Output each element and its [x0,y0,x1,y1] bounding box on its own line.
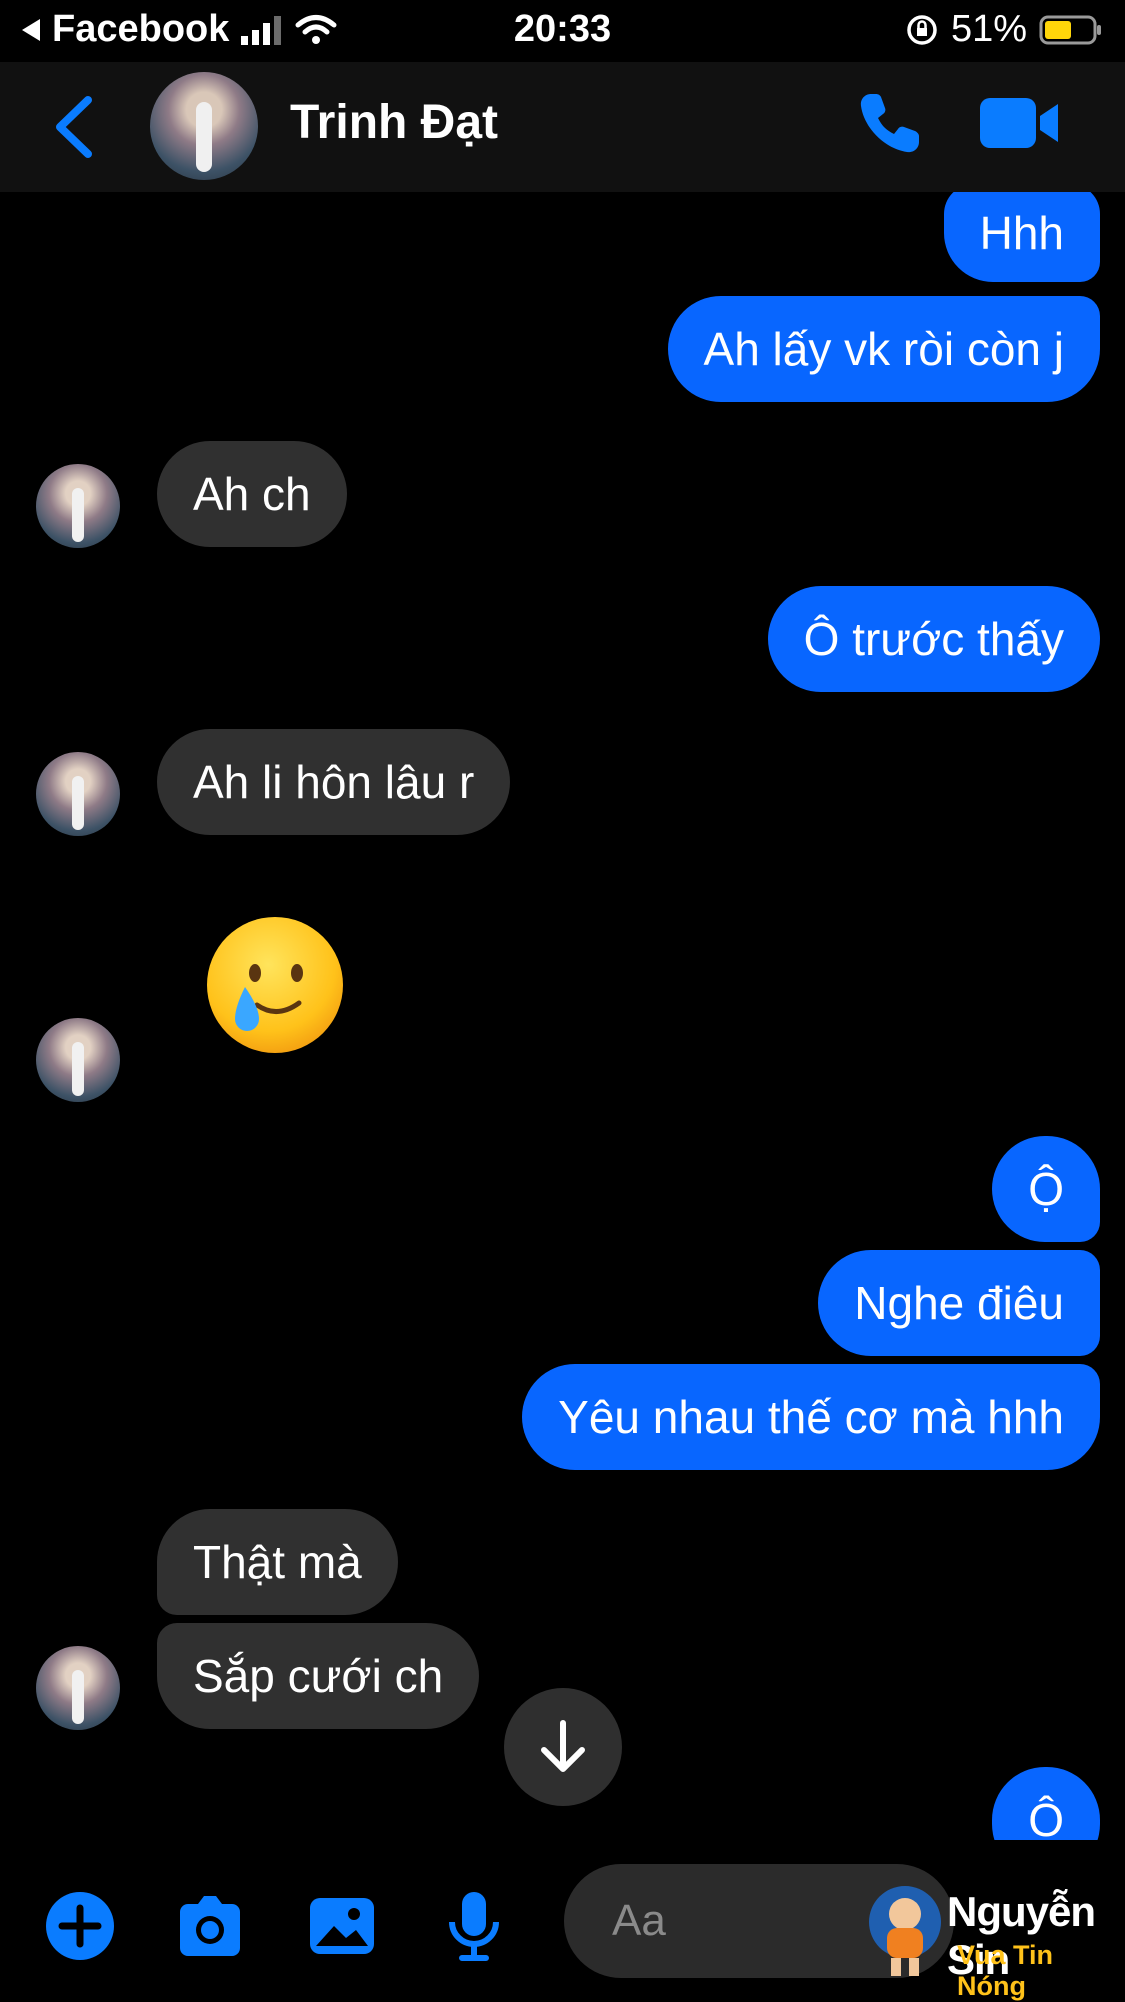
status-bar: Facebook 20:33 51% [0,0,1125,62]
gallery-icon[interactable] [306,1890,378,1962]
message-bubble-outgoing[interactable]: Hhh [943,192,1100,282]
message-bubble-outgoing[interactable]: Nghe điêu [818,1250,1100,1356]
contact-avatar-small[interactable] [36,1018,120,1102]
contact-avatar-small[interactable] [36,752,120,836]
contact-avatar-small[interactable] [36,464,120,548]
message-thread[interactable]: Hhh Ah lấy vk ròi còn j Ah ch Ô trước th… [0,192,1125,1840]
video-call-icon[interactable] [980,98,1060,148]
message-bubble-incoming[interactable]: Ah li hôn lâu r [157,729,511,835]
battery-icon [1039,15,1101,44]
microphone-icon[interactable] [438,1890,510,1962]
orientation-lock-icon [907,14,937,45]
message-bubble-incoming[interactable]: Ah ch [157,441,347,547]
message-bubble-outgoing[interactable]: Ah lấy vk ròi còn j [667,296,1100,402]
conversation-header: Trinh Đạt [0,62,1125,192]
phone-call-icon[interactable] [855,88,925,158]
mascot-icon [869,1886,941,1976]
scroll-to-bottom-button[interactable] [504,1688,622,1806]
watermark-logo: Nguyễn Sin Vua Tin Nóng [865,1880,1115,2001]
contact-avatar-small[interactable] [36,1646,120,1730]
message-bubble-incoming[interactable]: Sắp cưới ch [157,1623,480,1729]
status-right: 51% [905,8,1103,51]
camera-icon[interactable] [174,1890,246,1962]
watermark-tagline: Vua Tin Nóng [957,1940,1054,2001]
arrow-down-icon [541,1720,585,1772]
smiling-face-with-tear-emoji[interactable] [205,915,345,1055]
battery-percent: 51% [950,8,1027,50]
message-bubble-outgoing[interactable]: Yêu nhau thế cơ mà hhh [522,1364,1100,1470]
message-bubble-incoming[interactable]: Thật mà [157,1509,398,1615]
plus-icon[interactable] [44,1890,116,1962]
message-bubble-outgoing[interactable]: Ô [992,1767,1100,1840]
message-bubble-outgoing[interactable]: Ộ [992,1136,1100,1242]
contact-name[interactable]: Trinh Đạt [290,95,498,150]
contact-avatar[interactable] [150,72,258,180]
back-chevron-icon[interactable] [48,92,108,162]
message-bubble-outgoing[interactable]: Ô trước thấy [767,586,1100,692]
